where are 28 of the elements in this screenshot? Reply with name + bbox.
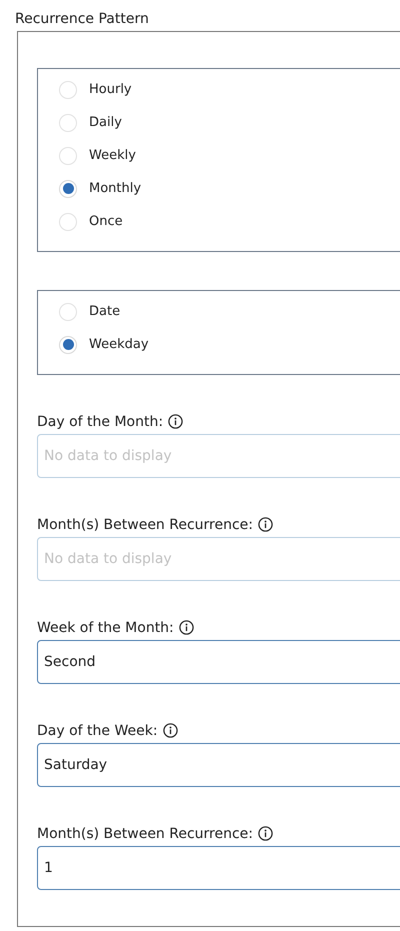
radio-label: Once [89, 214, 123, 229]
field-label: Month(s) Between Recurrence: [37, 826, 254, 842]
radio-button[interactable] [59, 114, 77, 132]
radio-button[interactable] [59, 146, 77, 164]
radio-button[interactable] [59, 336, 77, 354]
radio-button[interactable] [59, 302, 77, 320]
radio-label: Hourly [89, 82, 132, 97]
input-field[interactable]: 1 [37, 846, 400, 890]
info-icon[interactable] [258, 517, 274, 532]
input-field[interactable]: Saturday [37, 743, 400, 787]
radio-label: Weekday [89, 337, 149, 352]
field-label: Day of the Week: [37, 722, 158, 738]
radio-label: Daily [89, 115, 122, 130]
radio-label: Date [89, 304, 120, 319]
field-label: Month(s) Between Recurrence: [37, 516, 254, 532]
info-icon[interactable] [168, 414, 184, 429]
radio-button[interactable] [59, 80, 77, 98]
radio-label: Monthly [89, 181, 142, 196]
field-label: Day of the Month: [37, 414, 164, 430]
info-icon[interactable] [162, 723, 178, 738]
radio-button[interactable] [59, 212, 77, 230]
field-label: Week of the Month: [37, 620, 174, 636]
radio-label: Weekly [89, 148, 136, 163]
input-field[interactable]: Second [37, 640, 400, 684]
info-icon[interactable] [178, 620, 194, 635]
info-icon[interactable] [258, 826, 274, 841]
section-title: Recurrence Pattern [14, 10, 150, 29]
radio-button[interactable] [59, 180, 77, 198]
